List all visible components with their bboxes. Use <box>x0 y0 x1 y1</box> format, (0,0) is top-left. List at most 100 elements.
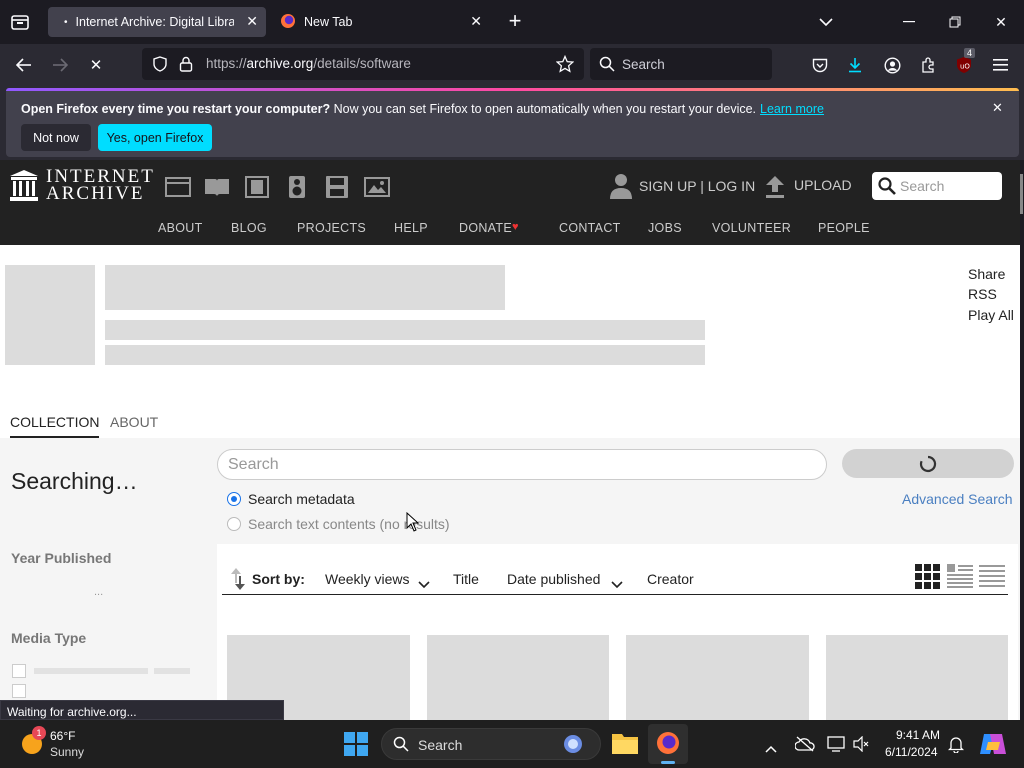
nav-volunteer[interactable]: VOLUNTEER <box>712 221 791 235</box>
user-icon[interactable] <box>610 173 632 204</box>
stop-loading-icon[interactable]: ✕ <box>81 50 111 80</box>
close-window-icon[interactable]: ✕ <box>978 0 1024 44</box>
new-tab-icon[interactable]: + <box>503 10 527 34</box>
texts-icon[interactable] <box>204 176 230 198</box>
collection-line-placeholder <box>105 345 705 365</box>
network-icon[interactable] <box>827 736 845 757</box>
list-compact-view-icon[interactable] <box>979 564 1005 595</box>
close-notification-icon[interactable]: ✕ <box>992 100 1003 116</box>
signup-login-link[interactable]: SIGN UP | LOG IN <box>639 178 755 194</box>
advanced-search-link[interactable]: Advanced Search <box>902 491 1013 507</box>
weather-widget[interactable]: 1 66°F Sunny <box>18 726 138 762</box>
radio-search-metadata[interactable] <box>227 492 241 506</box>
notification-bell-icon[interactable] <box>947 735 965 758</box>
spinner-icon <box>919 455 937 478</box>
minimize-icon[interactable] <box>886 0 932 44</box>
tab-about[interactable]: ABOUT <box>110 414 158 430</box>
play-all-link[interactable]: Play All <box>968 307 1014 323</box>
tab-list-icon[interactable] <box>8 10 32 34</box>
list-detail-view-icon[interactable] <box>947 564 973 595</box>
nav-jobs[interactable]: JOBS <box>648 221 682 235</box>
audio-icon[interactable] <box>284 176 310 198</box>
list-all-tabs-icon[interactable] <box>803 0 849 44</box>
volume-mute-icon[interactable] <box>853 735 869 757</box>
ia-search-placeholder: Search <box>900 178 945 194</box>
tab-new-tab[interactable]: New Tab ✕ <box>270 7 490 37</box>
tab-title: Internet Archive: Digital Library <box>75 15 234 29</box>
ublock-origin-icon[interactable]: uO 4 <box>949 48 979 80</box>
nav-donate[interactable]: DONATE <box>459 221 512 235</box>
web-icon[interactable] <box>165 176 191 198</box>
page-scrollbar[interactable] <box>1020 160 1024 720</box>
nav-contact[interactable]: CONTACT <box>559 221 621 235</box>
media-type-heading: Media Type <box>11 630 87 646</box>
ia-logo-icon[interactable] <box>10 170 38 207</box>
clock-time[interactable]: 9:41 AM <box>896 728 940 742</box>
taskbar-search-box[interactable]: Search <box>381 728 601 760</box>
back-icon[interactable] <box>9 50 39 80</box>
collection-search-input[interactable]: Search <box>217 449 827 480</box>
media-type-label-placeholder <box>34 668 148 674</box>
ia-search-input[interactable]: Search <box>872 172 1002 200</box>
pocket-icon[interactable] <box>805 50 835 80</box>
firefox-logo-icon <box>280 13 296 32</box>
downloads-icon[interactable] <box>840 50 870 80</box>
images-icon[interactable] <box>364 176 390 198</box>
url-text[interactable]: https://archive.org/details/software <box>206 56 411 71</box>
learn-more-link[interactable]: Learn more <box>760 102 824 116</box>
bookmark-star-icon[interactable] <box>555 54 575 78</box>
ia-logo-text[interactable]: INTERNET ARCHIVE <box>46 167 155 203</box>
chevron-down-icon[interactable] <box>418 576 430 594</box>
clock-date[interactable]: 6/11/2024 <box>885 745 938 759</box>
not-now-button[interactable]: Not now <box>21 124 91 151</box>
forward-icon[interactable] <box>45 50 75 80</box>
upload-link[interactable]: UPLOAD <box>794 177 852 193</box>
account-icon[interactable] <box>877 50 907 80</box>
yes-open-firefox-button[interactable]: Yes, open Firefox <box>98 124 212 151</box>
onedrive-off-icon[interactable] <box>794 736 815 757</box>
radio-search-text[interactable] <box>227 517 241 531</box>
tab-bar: • Internet Archive: Digital Library ✕ Ne… <box>0 0 1024 44</box>
lock-icon[interactable] <box>179 56 193 77</box>
rss-link[interactable]: RSS <box>968 286 997 302</box>
restore-icon[interactable] <box>932 0 978 44</box>
close-tab-icon[interactable]: ✕ <box>246 13 258 30</box>
sort-weekly-views[interactable]: Weekly views <box>325 571 410 587</box>
navigation-toolbar: ✕ https://archive.org/details/software S… <box>0 44 1024 86</box>
media-type-checkbox[interactable] <box>12 684 26 698</box>
url-bar[interactable]: https://archive.org/details/software <box>142 48 584 80</box>
nav-projects[interactable]: PROJECTS <box>297 221 366 235</box>
extensions-icon[interactable] <box>913 50 943 80</box>
nav-people[interactable]: PEOPLE <box>818 221 870 235</box>
sort-date-published[interactable]: Date published <box>507 571 600 587</box>
nav-blog[interactable]: BLOG <box>231 221 267 235</box>
upload-icon[interactable] <box>766 176 784 203</box>
nav-about[interactable]: ABOUT <box>158 221 203 235</box>
media-type-checkbox[interactable] <box>12 664 26 678</box>
chevron-up-icon[interactable] <box>765 740 777 758</box>
sort-title[interactable]: Title <box>453 571 479 587</box>
chevron-down-icon[interactable] <box>611 576 623 594</box>
tab-internet-archive[interactable]: • Internet Archive: Digital Library ✕ <box>48 7 266 37</box>
collection-thumbnail-placeholder <box>5 265 95 365</box>
hamburger-menu-icon[interactable] <box>985 50 1015 80</box>
result-tile-placeholder <box>427 635 609 720</box>
sort-creator[interactable]: Creator <box>647 571 694 587</box>
share-link[interactable]: Share <box>968 266 1005 282</box>
notification-bar: Open Firefox every time you restart your… <box>6 88 1019 157</box>
tab-collection[interactable]: COLLECTION <box>10 414 100 439</box>
software-icon[interactable] <box>324 176 350 198</box>
copilot-icon[interactable] <box>980 732 1006 761</box>
search-submit-button[interactable] <box>842 449 1014 478</box>
weather-badge: 1 <box>32 726 46 740</box>
close-tab-icon[interactable]: ✕ <box>470 13 482 30</box>
shield-icon[interactable] <box>152 56 168 77</box>
firefox-taskbar-icon[interactable] <box>648 724 688 764</box>
browser-search-bar[interactable]: Search <box>590 48 772 80</box>
file-explorer-icon[interactable] <box>612 732 638 759</box>
video-icon[interactable] <box>244 176 270 198</box>
windows-start-icon[interactable] <box>344 732 368 761</box>
nav-help[interactable]: HELP <box>394 221 428 235</box>
grid-view-icon[interactable] <box>915 564 941 595</box>
sort-arrows-icon <box>231 568 245 595</box>
